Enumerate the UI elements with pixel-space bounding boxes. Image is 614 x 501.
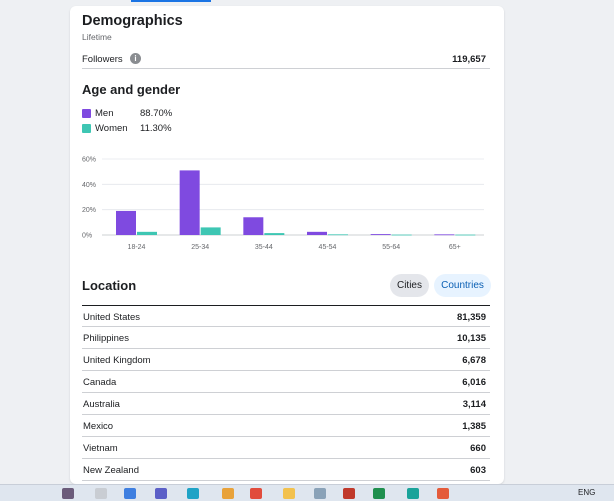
bar-men-35-44[interactable] bbox=[243, 217, 264, 235]
legend-pct: 88.70% bbox=[140, 108, 173, 119]
location-value: 660 bbox=[470, 443, 486, 454]
teams-icon[interactable] bbox=[155, 488, 167, 499]
edge-icon[interactable] bbox=[187, 488, 199, 499]
demographics-card: Demographics Lifetime Followers i 119,65… bbox=[70, 6, 504, 484]
search-icon[interactable] bbox=[222, 488, 234, 499]
bar-women-65+[interactable] bbox=[455, 234, 476, 236]
location-name: Philippines bbox=[83, 333, 129, 344]
bar-men-65+[interactable] bbox=[434, 234, 455, 236]
location-list: United States 81,359 Philippines 10,135 Un… bbox=[82, 305, 490, 481]
language-indicator[interactable]: ENG bbox=[578, 488, 595, 497]
excel-icon[interactable] bbox=[373, 488, 385, 499]
followers-label: Followers bbox=[82, 54, 123, 65]
age-gender-chart: 0% 20% 40% 60% 18-24 25-34 35-44 45-54 55-64 65+ bbox=[82, 157, 484, 251]
folder-icon[interactable] bbox=[283, 488, 295, 499]
y-tick-label: 60% bbox=[82, 157, 96, 164]
location-name: Australia bbox=[83, 399, 120, 410]
info-icon[interactable]: i bbox=[130, 53, 141, 64]
top-strip bbox=[0, 0, 614, 3]
y-tick-label: 40% bbox=[82, 182, 96, 189]
x-tick-label: 18-24 bbox=[128, 244, 146, 251]
location-name: Mexico bbox=[83, 421, 114, 432]
location-value: 6,678 bbox=[462, 355, 486, 366]
legend-swatch-women bbox=[82, 124, 91, 133]
location-row: Vietnam 660 bbox=[82, 437, 490, 459]
tab-cities[interactable]: Cities bbox=[390, 274, 429, 297]
bar-men-45-54[interactable] bbox=[307, 231, 327, 235]
x-tick-label: 25-34 bbox=[191, 244, 209, 251]
demographics-title: Demographics bbox=[82, 13, 183, 29]
tab-countries[interactable]: Countries bbox=[434, 274, 491, 297]
location-name: Canada bbox=[83, 377, 117, 388]
location-row: United Kingdom 6,678 bbox=[82, 349, 490, 371]
copilot-icon[interactable] bbox=[124, 488, 136, 499]
bar-women-55-64[interactable] bbox=[391, 234, 412, 236]
location-value: 81,359 bbox=[456, 312, 486, 323]
active-tab-indicator bbox=[131, 0, 211, 2]
chrome-profile-icon[interactable] bbox=[437, 488, 449, 499]
bar-men-55-64[interactable] bbox=[370, 234, 391, 235]
location-value: 10,135 bbox=[456, 333, 486, 344]
legend-name: Women bbox=[95, 123, 128, 134]
location-value: 603 bbox=[470, 465, 486, 476]
taskbar: ENG bbox=[0, 484, 614, 501]
legend-swatch-men bbox=[82, 109, 91, 118]
bar-women-18-24[interactable] bbox=[137, 231, 157, 235]
location-value: 6,016 bbox=[462, 377, 486, 388]
x-tick-label: 55-64 bbox=[382, 244, 400, 251]
bar-men-25-34[interactable] bbox=[179, 170, 200, 235]
location-name: Vietnam bbox=[83, 443, 118, 454]
followers-row: Followers i 119,657 bbox=[82, 50, 490, 69]
bar-women-35-44[interactable] bbox=[264, 233, 285, 235]
location-name: United States bbox=[83, 312, 141, 323]
y-tick-label: 0% bbox=[82, 233, 92, 240]
location-name: New Zealand bbox=[83, 465, 139, 476]
location-row: Mexico 1,385 bbox=[82, 415, 490, 437]
location-row: New Zealand 603 bbox=[82, 459, 490, 481]
chrome-icon[interactable] bbox=[250, 488, 262, 499]
app-icon[interactable] bbox=[407, 488, 419, 499]
bar-women-25-34[interactable] bbox=[200, 227, 221, 235]
x-tick-label: 45-54 bbox=[319, 244, 337, 251]
notepad-icon[interactable] bbox=[343, 488, 355, 499]
demographics-subtitle: Lifetime bbox=[82, 32, 112, 42]
file-icon[interactable] bbox=[95, 488, 107, 499]
age-gender-title: Age and gender bbox=[82, 82, 181, 97]
location-row: Philippines 10,135 bbox=[82, 327, 490, 349]
location-value: 3,114 bbox=[462, 399, 486, 410]
location-row: Canada 6,016 bbox=[82, 371, 490, 393]
x-tick-label: 65+ bbox=[449, 244, 461, 251]
location-row: United States 81,359 bbox=[82, 305, 490, 327]
y-tick-label: 20% bbox=[82, 207, 96, 214]
bar-men-18-24[interactable] bbox=[116, 210, 136, 235]
calculator-icon[interactable] bbox=[314, 488, 326, 499]
location-title: Location bbox=[82, 278, 137, 293]
bar-women-45-54[interactable] bbox=[328, 234, 348, 236]
cat-icon[interactable] bbox=[62, 488, 74, 499]
location-value: 1,385 bbox=[462, 421, 486, 432]
location-name: United Kingdom bbox=[83, 355, 151, 366]
legend-pct: 11.30% bbox=[140, 123, 172, 134]
followers-value: 119,657 bbox=[452, 54, 486, 65]
x-tick-label: 35-44 bbox=[255, 244, 273, 251]
legend-name: Men bbox=[95, 108, 114, 119]
location-row: Australia 3,114 bbox=[82, 393, 490, 415]
